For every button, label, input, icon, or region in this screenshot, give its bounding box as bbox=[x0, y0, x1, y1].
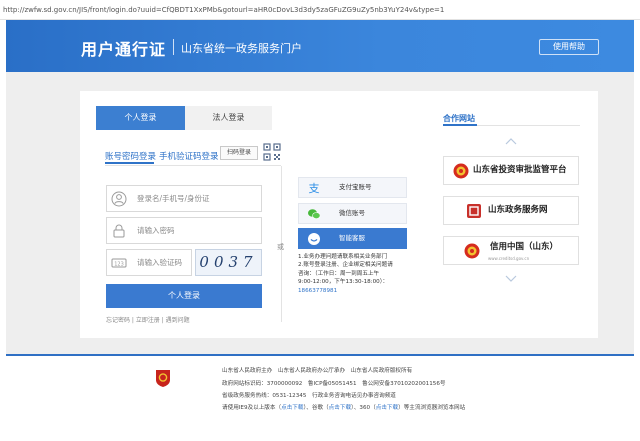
captcha-icon: 123 bbox=[111, 258, 127, 268]
national-emblem-icon bbox=[453, 163, 469, 179]
partner-title-accent bbox=[443, 124, 477, 126]
svg-text:123: 123 bbox=[114, 261, 124, 267]
note-line: 2.账号登录注册、企业绑定相关问题请 bbox=[298, 262, 393, 269]
password-field[interactable]: 请输入密码 bbox=[106, 217, 262, 244]
footer-divider bbox=[6, 354, 634, 356]
captcha-image[interactable]: 0037 bbox=[195, 249, 262, 276]
address-bar[interactable]: http://zwfw.sd.gov.cn/JIS/front/login.do… bbox=[0, 0, 640, 20]
national-emblem-icon bbox=[464, 243, 480, 259]
logo-subtitle: 山东省统一政务服务门户 bbox=[181, 42, 302, 55]
partner-sites-title: 合作网站 bbox=[443, 114, 475, 123]
subtab-sms-login[interactable]: 手机验证码登录 bbox=[159, 150, 219, 162]
help-button[interactable]: 使用帮助 bbox=[539, 39, 599, 55]
browser-note-text: 请使用IE9及以上版本（ bbox=[222, 405, 282, 411]
footer-registration: 政府网站标识码：3700000092 鲁ICP备05051451 鲁公网安备37… bbox=[222, 381, 446, 387]
qr-login-button[interactable]: 扫码登录 bbox=[220, 146, 258, 160]
chevron-up-icon[interactable] bbox=[505, 137, 517, 145]
logo-title: 用户通行证 bbox=[81, 40, 167, 59]
partner-url: www.creditsd.gov.cn bbox=[488, 256, 530, 261]
username-placeholder: 登录名/手机号/身份证 bbox=[137, 194, 210, 203]
logo-divider bbox=[173, 39, 174, 55]
download-ie-link[interactable]: 点击下载 bbox=[281, 405, 303, 411]
alipay-icon: 支 bbox=[309, 182, 320, 195]
browser-note-text: ）等主流浏览器浏览本网站 bbox=[398, 405, 466, 411]
lock-icon bbox=[113, 224, 125, 238]
user-icon bbox=[111, 191, 127, 207]
alipay-label: 支付宝账号 bbox=[339, 183, 372, 191]
footer-hotline: 省级政务服务热线：0531-12345 行政业务咨询电话见办事咨询频道 bbox=[222, 393, 396, 399]
subtab-password-login[interactable]: 账号密码登录 bbox=[105, 150, 156, 162]
captcha-placeholder: 请输入验证码 bbox=[137, 258, 182, 267]
subtab-divider bbox=[105, 165, 281, 166]
svg-text:支: 支 bbox=[309, 182, 320, 195]
captcha-field[interactable]: 123 请输入验证码 bbox=[106, 249, 192, 276]
browser-note-text: ）、谷歌（ bbox=[303, 405, 329, 411]
alipay-login-button[interactable]: 支 支付宝账号 bbox=[298, 177, 407, 198]
partner-link-sd-gov-service[interactable]: 山东政务服务网 bbox=[443, 196, 579, 225]
chat-bot-icon bbox=[308, 233, 320, 245]
browser-note-text: ）、360（ bbox=[351, 405, 376, 411]
party-emblem-icon bbox=[156, 370, 170, 387]
partner-name: 山东政务服务网 bbox=[488, 205, 548, 215]
note-line: 1.业务办理问题请联系相关业务部门 bbox=[298, 254, 388, 260]
note-line: 咨询：（工作日：周一到周五上午 bbox=[298, 270, 380, 277]
password-placeholder: 请输入密码 bbox=[137, 226, 175, 235]
gov-service-logo-icon bbox=[467, 204, 481, 218]
or-label: 或 bbox=[277, 243, 284, 251]
page: http://zwfw.sd.gov.cn/JIS/front/login.do… bbox=[0, 0, 640, 441]
tab-legal-login[interactable]: 法人登录 bbox=[185, 106, 272, 130]
wechat-login-button[interactable]: 微信账号 bbox=[298, 203, 407, 224]
tab-personal-login[interactable]: 个人登录 bbox=[96, 106, 185, 130]
subtab-active-indicator bbox=[105, 162, 154, 164]
qr-code-icon[interactable] bbox=[263, 143, 281, 161]
help-notes: 1.业务办理问题请联系相关业务部门 2.账号登录注册、企业绑定相关问题请 咨询：… bbox=[298, 253, 411, 295]
site-header: 用户通行证 山东省统一政务服务门户 使用帮助 bbox=[6, 20, 634, 72]
download-chrome-link[interactable]: 点击下载 bbox=[329, 405, 351, 411]
account-links[interactable]: 忘记密码 | 立即注册 | 遇到问题 bbox=[106, 315, 190, 324]
partner-link-credit-china-sd[interactable]: 信用中国（山东） www.creditsd.gov.cn bbox=[443, 236, 579, 265]
partner-link-investment-platform[interactable]: 山东省投资审批监管平台 bbox=[443, 156, 579, 185]
smart-service-label: 智能客服 bbox=[339, 234, 365, 242]
chevron-down-icon[interactable] bbox=[505, 275, 517, 283]
footer-sponsor: 山东省人民政府主办 山东省人民政府办公厅承办 山东省人民政府版权所有 bbox=[222, 368, 413, 374]
download-360-link[interactable]: 点击下载 bbox=[376, 405, 398, 411]
smart-service-button[interactable]: 智能客服 bbox=[298, 228, 407, 249]
personal-login-button[interactable]: 个人登录 bbox=[106, 284, 262, 308]
footer-browser-note: 请使用IE9及以上版本（点击下载）、谷歌（点击下载）、360（点击下载）等主流浏… bbox=[222, 403, 465, 411]
wechat-label: 微信账号 bbox=[339, 209, 365, 217]
support-phone: 18663778981 bbox=[298, 287, 338, 294]
note-line: 9:00-12:00，下午13:30-18:00）： bbox=[298, 279, 389, 286]
partner-name: 山东省投资审批监管平台 bbox=[473, 165, 567, 175]
username-field[interactable]: 登录名/手机号/身份证 bbox=[106, 185, 262, 212]
wechat-icon bbox=[308, 209, 321, 220]
